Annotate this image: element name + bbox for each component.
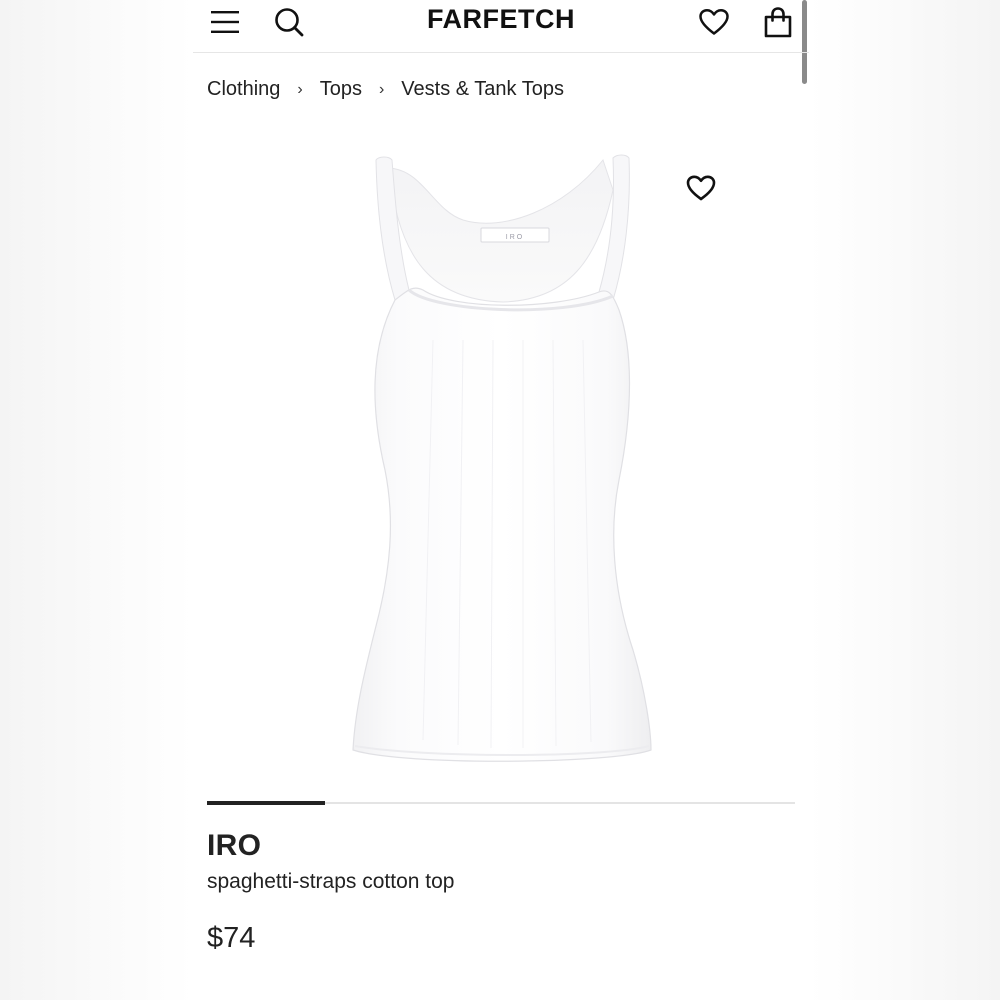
right-background bbox=[809, 0, 1000, 1000]
product-page: FARFETCH Clothing › Tops › Vests & Tank … bbox=[193, 0, 809, 1000]
left-background bbox=[0, 0, 193, 1000]
add-to-wishlist-heart-icon[interactable] bbox=[683, 170, 719, 206]
product-image[interactable]: IRO bbox=[313, 150, 693, 780]
breadcrumb-item-clothing[interactable]: Clothing bbox=[207, 78, 280, 101]
product-brand[interactable]: IRO bbox=[207, 829, 261, 863]
shopping-bag-icon[interactable] bbox=[758, 2, 798, 42]
breadcrumb-item-vests-tank-tops[interactable]: Vests & Tank Tops bbox=[401, 78, 564, 101]
product-name: spaghetti-straps cotton top bbox=[207, 870, 455, 893]
breadcrumb-separator: › bbox=[297, 80, 303, 98]
image-gallery-progress-fill bbox=[207, 801, 325, 805]
image-gallery-progress bbox=[207, 801, 795, 805]
breadcrumb-item-tops[interactable]: Tops bbox=[320, 78, 362, 101]
heart-icon[interactable] bbox=[694, 2, 734, 42]
breadcrumb-separator: › bbox=[378, 80, 385, 98]
neck-label-text: IRO bbox=[506, 234, 524, 241]
product-price: $74 bbox=[207, 922, 256, 954]
breadcrumb: Clothing › Tops › Vests & Tank Tops bbox=[207, 78, 564, 101]
top-navigation-bar: FARFETCH bbox=[193, 0, 809, 53]
